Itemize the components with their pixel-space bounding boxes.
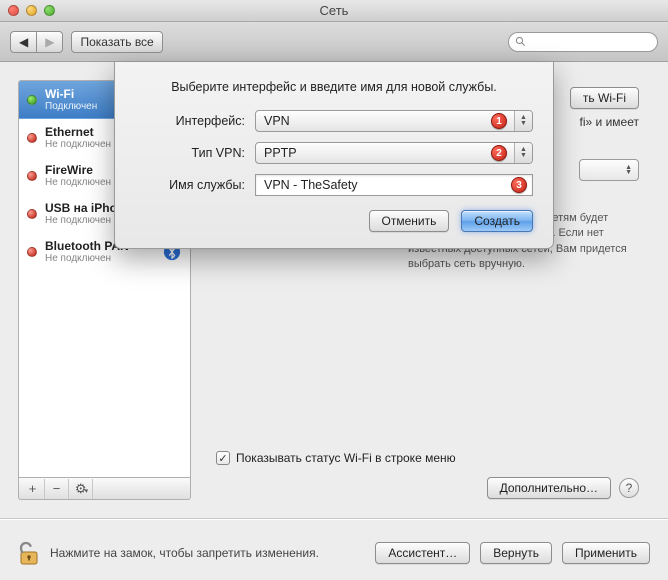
sidebar-footer: + − ⚙▾: [18, 478, 191, 500]
gear-icon: ⚙▾: [75, 481, 86, 497]
back-button[interactable]: ◀: [10, 31, 36, 53]
status-dot: [27, 171, 37, 181]
question-icon: ?: [626, 481, 633, 495]
stepper-arrows-icon: ▲▼: [514, 143, 532, 163]
chevron-right-icon: ▶: [45, 35, 54, 49]
search-input[interactable]: [508, 32, 658, 52]
service-name-input[interactable]: VPN - TheSafety: [255, 174, 533, 196]
callout-badge-1: 1: [491, 113, 507, 129]
add-service-button[interactable]: +: [21, 479, 45, 499]
status-dot: [27, 209, 37, 219]
show-status-label: Показывать статус Wi-Fi в строке меню: [236, 451, 456, 465]
status-dot: [27, 95, 37, 105]
stepper-arrows-icon: ▲▼: [514, 111, 532, 131]
titlebar: Сеть: [0, 0, 668, 22]
vpn-type-label: Тип VPN:: [135, 146, 245, 160]
window-title: Сеть: [0, 3, 668, 18]
search-icon: [515, 36, 526, 47]
revert-button[interactable]: Вернуть: [480, 542, 552, 564]
lock-hint: Нажмите на замок, чтобы запретить измене…: [50, 546, 365, 560]
nav-segment: ◀ ▶: [10, 31, 63, 53]
footer: Нажмите на замок, чтобы запретить измене…: [18, 540, 650, 566]
cancel-button[interactable]: Отменить: [369, 210, 450, 232]
toolbar: ◀ ▶ Показать все: [0, 22, 668, 62]
show-status-checkbox[interactable]: ✓: [216, 451, 230, 465]
vpn-type-value: PPTP: [264, 146, 297, 160]
toggle-wifi-button[interactable]: ть Wi-Fi: [570, 87, 639, 109]
service-actions-button[interactable]: ⚙▾: [69, 479, 93, 499]
advanced-button[interactable]: Дополнительно…: [487, 477, 611, 499]
assistant-button[interactable]: Ассистент…: [375, 542, 470, 564]
callout-badge-2: 2: [491, 145, 507, 161]
status-dot: [27, 133, 37, 143]
sheet-title: Выберите интерфейс и введите имя для нов…: [135, 80, 533, 94]
help-button[interactable]: ?: [619, 478, 639, 498]
create-button[interactable]: Создать: [461, 210, 533, 232]
service-name-value: VPN - TheSafety: [264, 178, 358, 192]
interface-label: Интерфейс:: [135, 114, 245, 128]
unlocked-lock-icon: [18, 540, 40, 566]
remove-service-button[interactable]: −: [45, 479, 69, 499]
callout-badge-3: 3: [511, 177, 527, 193]
show-all-button[interactable]: Показать все: [71, 31, 162, 53]
lock-button[interactable]: [18, 540, 40, 566]
new-service-sheet: Выберите интерфейс и введите имя для нов…: [114, 62, 554, 249]
apply-button[interactable]: Применить: [562, 542, 650, 564]
service-status: Не подключен: [45, 253, 158, 264]
status-dot: [27, 247, 37, 257]
forward-button[interactable]: ▶: [36, 31, 63, 53]
interface-value: VPN: [264, 114, 290, 128]
chevron-left-icon: ◀: [19, 35, 28, 49]
network-name-combo[interactable]: ▲▼: [579, 159, 639, 181]
service-name-label: Имя службы:: [135, 178, 245, 192]
